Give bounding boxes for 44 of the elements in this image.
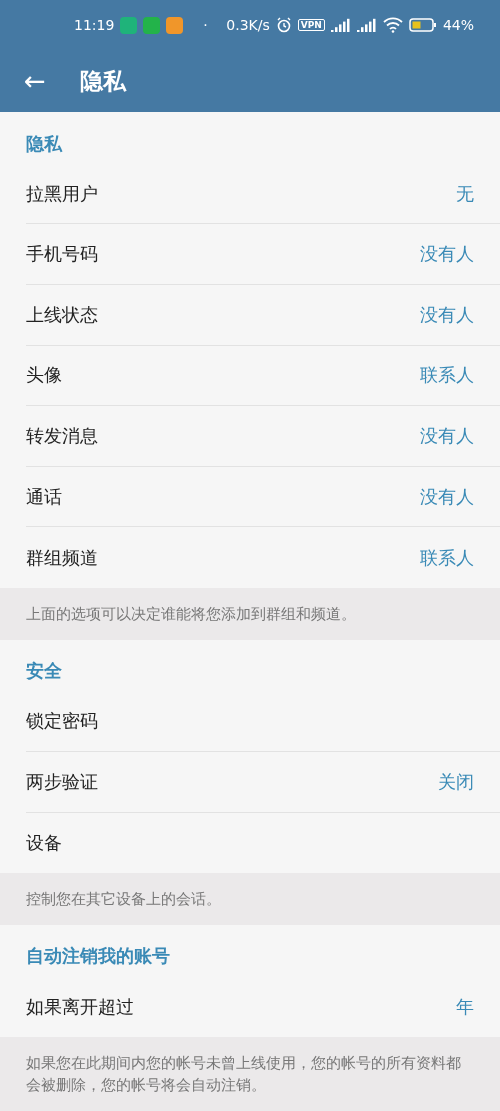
row-label: 群组频道 xyxy=(26,545,98,570)
row-label: 头像 xyxy=(26,363,62,388)
back-button[interactable]: ← xyxy=(20,66,50,96)
row-label: 转发消息 xyxy=(26,424,98,449)
notification-dot: · xyxy=(203,17,208,33)
settings-row[interactable]: 通话 没有人 xyxy=(26,466,500,528)
row-value: 没有人 xyxy=(420,302,474,327)
row-label: 锁定密码 xyxy=(26,709,98,734)
page-title: 隐私 xyxy=(79,66,126,96)
row-label: 手机号码 xyxy=(26,242,98,267)
clock: 11:19 xyxy=(74,17,115,33)
section-title: 自动注销我的账号 xyxy=(26,944,170,969)
row-label: 如果离开超过 xyxy=(26,994,134,1019)
row-value: 关闭 xyxy=(438,769,474,794)
row-value: 没有人 xyxy=(420,242,474,267)
row-label: 上线状态 xyxy=(26,302,98,327)
row-label: 设备 xyxy=(26,830,62,855)
settings-row[interactable]: 设备 xyxy=(26,812,500,874)
settings-row[interactable]: 两步验证 关闭 xyxy=(26,751,500,813)
row-value: 联系人 xyxy=(420,363,474,388)
settings-row[interactable]: 群组频道 联系人 xyxy=(26,527,500,589)
row-value: 联系人 xyxy=(420,545,474,570)
settings-row[interactable]: 手机号码 没有人 xyxy=(26,224,500,285)
row-value: 没有人 xyxy=(420,424,474,449)
row-label: 拉黑用户 xyxy=(26,181,98,206)
network-speed: 0.3K/s xyxy=(226,17,270,33)
vpn-badge: VPN xyxy=(297,19,325,31)
section-note: 如果您在此期间内您的帐号未曾上线使用，您的帐号的所有资料都会被删除，您的帐号将会自动注销。 xyxy=(0,1037,500,1111)
settings-row[interactable]: 锁定密码 xyxy=(26,691,500,752)
section-title: 安全 xyxy=(26,659,62,684)
row-value: 年 xyxy=(456,994,474,1019)
settings-row[interactable]: 上线状态 没有人 xyxy=(26,285,500,346)
row-value: 无 xyxy=(456,181,474,206)
row-value: 没有人 xyxy=(420,484,474,509)
settings-row[interactable]: 转发消息 没有人 xyxy=(26,406,500,467)
battery-percent: 44% xyxy=(442,17,474,33)
section-title: 隐私 xyxy=(26,131,62,156)
section-note: 上面的选项可以决定谁能将您添加到群组和频道。 xyxy=(0,588,500,640)
row-label: 通话 xyxy=(26,484,62,509)
settings-row[interactable]: 拉黑用户 无 xyxy=(26,163,500,225)
settings-row[interactable]: 如果离开超过 年 xyxy=(26,976,500,1037)
row-label: 两步验证 xyxy=(26,769,98,794)
section-note: 控制您在其它设备上的会话。 xyxy=(0,873,500,925)
settings-row[interactable]: 头像 联系人 xyxy=(26,345,500,407)
